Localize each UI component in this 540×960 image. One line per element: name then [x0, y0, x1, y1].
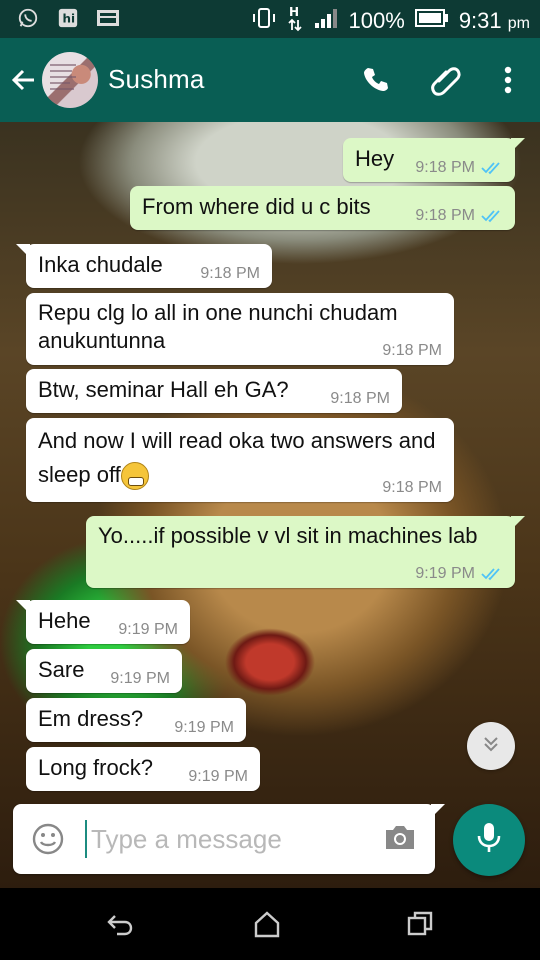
double-chevron-down-icon — [480, 733, 502, 760]
clock-ampm: pm — [507, 14, 530, 32]
message-time: 9:19 PM — [110, 670, 170, 687]
message-incoming[interactable]: Em dress? 9:19 PM — [26, 698, 246, 742]
more-vert-icon[interactable] — [490, 62, 526, 98]
grimacing-face-icon — [120, 462, 149, 491]
contact-name[interactable]: Sushma — [108, 64, 205, 95]
bubble-tail — [511, 138, 525, 152]
clock-time: 9:31 — [458, 7, 502, 33]
home-nav-icon[interactable] — [249, 906, 285, 942]
composer-tail — [431, 804, 445, 818]
message-time: 9:18 PM — [415, 207, 475, 224]
message-meta: 9:18 PM — [200, 266, 260, 282]
chat-header: Sushma — [0, 38, 540, 122]
bubble-tail — [16, 244, 30, 258]
svg-text:hi: hi — [63, 12, 76, 26]
hike-icon: hi — [56, 6, 80, 30]
image-icon — [96, 6, 120, 30]
bubble-tail — [16, 600, 30, 614]
data-h-icon: H — [287, 4, 303, 37]
message-text: Em dress? — [38, 706, 144, 731]
status-bar: hi H 100% 9:31 pm — [0, 0, 540, 38]
recents-nav-icon[interactable] — [402, 906, 438, 942]
message-text: And now I will read oka two answers and … — [38, 428, 436, 487]
message-meta: 9:18 PM — [330, 391, 390, 407]
message-input[interactable] — [85, 820, 381, 858]
message-meta: 9:19 PM — [188, 769, 248, 785]
clock: 9:31 pm — [459, 8, 530, 34]
message-time: 9:18 PM — [415, 159, 475, 176]
message-outgoing[interactable]: Hey 9:18 PM — [343, 138, 525, 182]
message-time: 9:18 PM — [382, 479, 442, 496]
message-time: 9:18 PM — [330, 390, 390, 407]
message-incoming[interactable]: Repu clg lo all in one nunchi chudam anu… — [26, 293, 454, 365]
bubble-tail — [511, 516, 525, 530]
svg-text:H: H — [289, 5, 299, 19]
message-incoming[interactable]: Long frock? 9:19 PM — [26, 747, 260, 791]
message-meta: 9:18 PM — [382, 343, 442, 359]
message-text: Hehe — [38, 608, 91, 633]
message-meta: 9:18 PM — [415, 208, 503, 224]
notification-icons: hi — [16, 6, 120, 30]
mic-button[interactable] — [453, 804, 525, 876]
message-meta: 9:18 PM — [415, 160, 503, 176]
read-ticks-icon — [481, 567, 503, 581]
mic-icon — [475, 821, 503, 860]
attachment-icon[interactable] — [428, 62, 464, 98]
message-composer — [13, 804, 445, 874]
message-text: Btw, seminar Hall eh GA? — [38, 377, 289, 402]
message-text: Inka chudale — [38, 252, 163, 277]
read-ticks-icon — [481, 209, 503, 223]
camera-icon[interactable] — [383, 822, 417, 856]
signal-icon — [313, 7, 339, 34]
message-text: Yo.....if possible v vl sit in machines … — [98, 523, 478, 548]
message-incoming[interactable]: And now I will read oka two answers and … — [26, 418, 454, 502]
message-time: 9:19 PM — [415, 565, 475, 582]
battery-icon — [414, 9, 449, 32]
message-incoming[interactable]: Sare 9:19 PM — [26, 649, 182, 693]
message-outgoing[interactable]: From where did u c bits 9:18 PM — [130, 186, 515, 230]
message-time: 9:18 PM — [382, 342, 442, 359]
battery-percent: 100% — [348, 7, 405, 33]
vibrate-icon — [251, 6, 277, 35]
message-text: Sare — [38, 657, 85, 682]
message-time: 9:19 PM — [188, 768, 248, 785]
read-ticks-icon — [481, 161, 503, 175]
message-time: 9:19 PM — [174, 719, 234, 736]
system-nav-bar — [0, 888, 540, 960]
message-meta: 9:19 PM — [415, 566, 503, 582]
back-arrow-icon[interactable] — [8, 64, 40, 96]
message-text: Hey — [355, 146, 395, 171]
message-meta: 9:19 PM — [110, 671, 170, 687]
message-time: 9:18 PM — [200, 265, 260, 282]
avatar[interactable] — [42, 52, 98, 108]
message-incoming[interactable]: Inka chudale 9:18 PM — [16, 244, 272, 288]
phone-icon[interactable] — [358, 62, 394, 98]
message-outgoing[interactable]: Yo.....if possible v vl sit in machines … — [86, 516, 525, 588]
scroll-to-bottom-button[interactable] — [467, 722, 515, 770]
message-meta: 9:19 PM — [118, 622, 178, 638]
whatsapp-icon — [16, 6, 40, 30]
message-text: Long frock? — [38, 755, 153, 780]
message-time: 9:19 PM — [118, 621, 178, 638]
chat-area[interactable]: Hey 9:18 PM From where did u c bits 9:18… — [0, 122, 540, 888]
message-incoming[interactable]: Btw, seminar Hall eh GA? 9:18 PM — [26, 369, 402, 413]
emoji-icon[interactable] — [31, 822, 65, 856]
message-meta: 9:19 PM — [174, 720, 234, 736]
message-incoming[interactable]: Hehe 9:19 PM — [16, 600, 190, 644]
message-meta: 9:18 PM — [382, 480, 442, 496]
message-text: From where did u c bits — [142, 194, 371, 219]
back-nav-icon[interactable] — [102, 906, 138, 942]
system-indicators: H 100% 9:31 pm — [251, 4, 530, 37]
